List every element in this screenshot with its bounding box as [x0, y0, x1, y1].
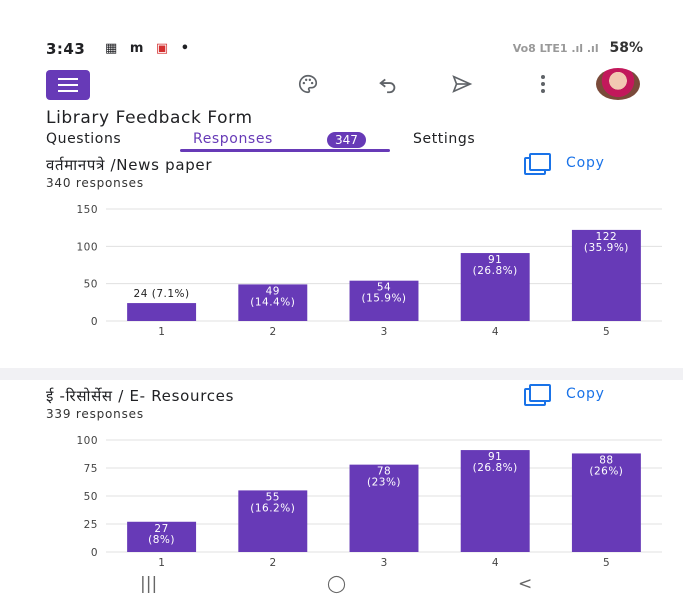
response-count: 339 responses: [46, 407, 144, 421]
back-button[interactable]: <: [518, 574, 532, 594]
data-label: 24 (7.1%): [134, 288, 190, 300]
battery-level: 58%: [609, 40, 643, 56]
bar: [127, 303, 197, 321]
forms-logo-icon[interactable]: [46, 70, 90, 100]
more-vert-icon[interactable]: [528, 70, 558, 98]
tab-active-indicator: [180, 149, 390, 152]
x-tick-label: 1: [158, 326, 165, 338]
y-tick-label: 100: [76, 435, 98, 447]
signal-icon: Vo8 LTE1 .ıl .ıl: [512, 42, 599, 55]
bar-chart: 05010015024 (7.1%)149 (14.4%)254 (15.9%)39…: [76, 204, 662, 338]
y-tick-label: 100: [76, 241, 98, 253]
card-divider: [0, 368, 683, 380]
y-tick-label: 50: [84, 491, 98, 503]
bar-chart: 025507510027 (8%)155 (16.2%)278 (23%)391 (26…: [76, 435, 662, 569]
question-title: ई -रिसोर्सेस / E- Resources: [46, 387, 235, 405]
copy-icon: [524, 384, 551, 406]
copy-chart-button[interactable]: Copy: [524, 153, 605, 175]
recents-button[interactable]: |||: [140, 574, 157, 594]
tab-responses[interactable]: Responses: [193, 131, 273, 147]
home-button[interactable]: ◯: [327, 574, 346, 594]
dot-icon: •: [180, 41, 190, 56]
response-count: 340 responses: [46, 176, 144, 190]
copy-chart-button[interactable]: Copy: [524, 384, 605, 406]
y-tick-label: 150: [76, 204, 98, 216]
copy-label: Copy: [566, 386, 605, 402]
status-time: 3:43: [46, 40, 86, 58]
y-tick-label: 0: [91, 316, 98, 328]
send-icon[interactable]: [447, 70, 477, 98]
x-tick-label: 2: [269, 326, 276, 338]
x-tick-label: 2: [269, 557, 276, 569]
gallery-icon: ▦: [105, 41, 118, 56]
y-tick-label: 50: [84, 279, 98, 291]
responses-count-badge: 347: [327, 132, 366, 148]
palette-icon[interactable]: [293, 70, 323, 98]
x-tick-label: 5: [603, 557, 610, 569]
question-card: ई -रिसोर्सेस / E- Resources 339 response…: [6, 380, 671, 572]
x-tick-label: 4: [492, 326, 499, 338]
x-tick-label: 1: [158, 557, 165, 569]
status-right: Vo8 LTE1 .ıl .ıl 58%: [513, 40, 643, 56]
undo-icon[interactable]: [373, 70, 403, 98]
tab-settings[interactable]: Settings: [413, 131, 475, 147]
tab-questions[interactable]: Questions: [46, 131, 121, 147]
x-tick-label: 3: [381, 326, 388, 338]
x-tick-label: 3: [381, 557, 388, 569]
avatar[interactable]: [596, 68, 640, 100]
copy-label: Copy: [566, 155, 605, 171]
question-title: वर्तमानपत्रे /News paper: [46, 156, 213, 174]
system-nav-bar: ||| ◯ <: [0, 572, 683, 595]
y-tick-label: 0: [91, 547, 98, 559]
x-tick-label: 4: [492, 557, 499, 569]
x-tick-label: 5: [603, 326, 610, 338]
notification-icons: ▦ m ▣ •: [105, 41, 197, 56]
form-tabs: Questions Responses 347 Settings: [0, 131, 683, 153]
vi-icon: ▣: [155, 41, 169, 56]
form-title: Library Feedback Form: [46, 108, 253, 128]
y-tick-label: 75: [84, 463, 98, 475]
question-card: वर्तमानपत्रे /News paper 340 responses C…: [6, 153, 671, 365]
app-toolbar: [0, 66, 683, 102]
gmail-icon: m: [129, 41, 144, 56]
copy-icon: [524, 153, 551, 175]
y-tick-label: 25: [84, 519, 98, 531]
